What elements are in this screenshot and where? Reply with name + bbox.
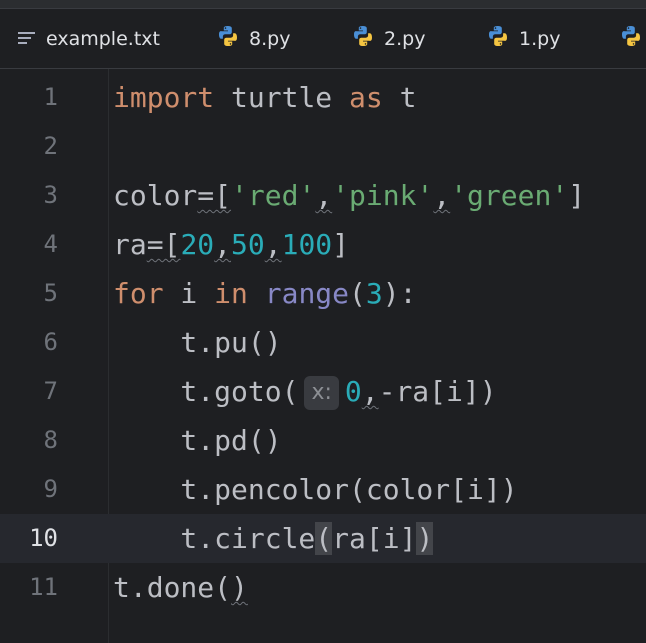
tab-2-py[interactable]: 2.py [352,9,425,68]
python-file-icon [487,25,509,52]
string-literal: 'green' [450,179,569,212]
code-line[interactable]: 7 t.goto(x: 0,-ra[i]) [0,367,646,416]
code-line[interactable]: 11 t.done() [0,563,646,612]
number-literal: 0 [344,375,362,408]
code-text: t.goto(x: 0,-ra[i]) [113,367,497,416]
python-file-icon [217,25,239,52]
call-prefix: t.goto( [113,375,299,408]
code-text: ra=[20,50,100] [113,220,349,269]
tab-8-py[interactable]: 8.py [217,9,290,68]
code-line[interactable]: 6 t.pu() [0,318,646,367]
paren: ( [349,277,366,310]
keyword-for: for [113,277,164,310]
line-number: 8 [43,426,58,454]
call-rest: -ra[i]) [378,375,497,408]
call-prefix: t.done( [113,571,232,604]
line-number: 1 [43,83,58,111]
code-line[interactable]: 8 t.pd() [0,416,646,465]
matched-paren-open: ( [315,522,333,555]
line-number: 11 [29,573,58,601]
line-number: 6 [43,328,58,356]
string-literal: 'pink' [332,179,434,212]
tab-partial[interactable] [620,9,646,68]
string-literal: 'red' [231,179,316,212]
comma: , [433,179,451,212]
paren: ): [382,277,417,310]
line-number: 7 [43,377,58,405]
code-text: import turtle as t [113,73,416,122]
code-text: t.pu() [113,326,282,359]
number-literal: 3 [365,277,383,310]
bracket: ] [568,179,586,212]
python-file-icon [620,25,642,52]
comma: , [315,179,333,212]
variable-name: color [113,179,198,212]
parameter-hint: x: [304,376,339,410]
paren: ) [231,571,248,604]
keyword-as: as [349,81,383,114]
code-text: t.circle(ra[i]) [113,514,434,563]
code-line[interactable]: 9 t.pencolor(color[i]) [0,465,646,514]
code-line[interactable]: 2 [0,122,646,171]
line-number: 10 [29,524,58,552]
number-literal: 50 [231,228,265,261]
alias-name: t [382,81,417,114]
python-file-icon [352,25,374,52]
code-line[interactable]: 4 ra=[20,50,100] [0,220,646,269]
tab-1-py[interactable]: 1.py [487,9,560,68]
line-number: 9 [43,475,58,503]
editor-tab-bar: example.txt 8.py 2.py 1.py [0,9,646,69]
comma: , [361,375,379,408]
tab-example-txt[interactable]: example.txt [18,9,160,68]
code-line[interactable]: 3 color=['red','pink','green'] [0,171,646,220]
line-number: 3 [43,181,58,209]
code-line[interactable]: 5 for i in range(3): [0,269,646,318]
comma: , [214,228,232,261]
bracket: ] [332,228,350,261]
number-literal: 100 [281,228,333,261]
module-name: turtle [214,81,350,114]
comma: , [264,228,282,261]
loop-variable: i [163,277,215,310]
code-text: t.pd() [113,424,282,457]
matched-paren-close: ) [416,522,434,555]
code-text: t.done() [113,563,248,612]
text-file-icon [18,28,36,50]
code-editor[interactable]: 1 import turtle as t 2 3 color=['red','p… [0,69,646,643]
operator: =[ [197,179,232,212]
window-top-strip [0,0,646,9]
tab-label: 8.py [249,27,291,50]
line-number: 2 [43,132,58,160]
variable-name: ra [113,228,147,261]
keyword-in: in [214,277,248,310]
code-line-current[interactable]: 10 t.circle(ra[i]) [0,514,646,563]
call-prefix: t.circle [113,522,316,555]
code-line[interactable]: 1 import turtle as t [0,73,646,122]
keyword-import: import [113,81,215,114]
code-text: t.pencolor(color[i]) [113,473,518,506]
builtin-function: range [264,277,350,310]
line-number: 4 [43,230,58,258]
tab-label: 2.py [384,27,426,50]
tab-label: 1.py [519,27,561,50]
tab-label: example.txt [46,27,160,50]
line-number: 5 [43,279,58,307]
code-text: color=['red','pink','green'] [113,171,585,220]
call-args: ra[i] [332,522,417,555]
number-literal: 20 [180,228,215,261]
operator: =[ [146,228,181,261]
code-text: for i in range(3): [113,269,416,318]
